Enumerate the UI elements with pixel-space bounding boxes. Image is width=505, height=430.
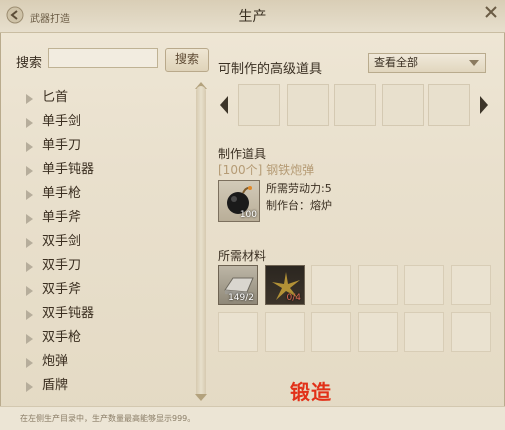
craft-item-slot[interactable]: 100 [218,180,260,222]
advanced-items-title: 可制作的高级道具 [218,62,323,77]
material-count: 0/4 [286,293,301,303]
material-slot[interactable] [358,312,398,352]
category-item[interactable]: 单手剑 [18,110,188,134]
category-item[interactable]: 双手刀 [18,254,188,278]
footer-bar: 在左侧生产目录中，生产数量最高能够显示999。 [0,406,505,430]
category-label: 双手枪 [42,330,82,345]
carousel-right-arrow-icon[interactable] [479,95,489,115]
filter-dropdown[interactable]: 查看全部 [368,53,486,73]
category-item[interactable]: 单手斧 [18,206,188,230]
forge-overlay-text: 锻造 [290,380,332,404]
material-slot[interactable] [311,312,351,352]
expand-triangle-icon [26,118,33,128]
craft-section-title: 制作道具 [218,147,267,161]
filter-dropdown-value: 查看全部 [374,56,418,69]
category-label: 匕首 [42,90,69,105]
category-label: 单手斧 [42,210,82,225]
material-slot[interactable] [404,312,444,352]
expand-triangle-icon [26,286,33,296]
material-slot[interactable] [358,265,398,305]
material-slot[interactable] [451,265,491,305]
scroll-down-icon[interactable] [193,393,209,403]
expand-triangle-icon [26,214,33,224]
material-slot[interactable] [218,312,258,352]
category-label: 单手刀 [42,138,82,153]
category-label: 双手刀 [42,258,82,273]
expand-triangle-icon [26,334,33,344]
category-item[interactable]: 单手枪 [18,182,188,206]
category-list: 匕首单手剑单手刀单手钝器单手枪单手斧双手剑双手刀双手斧双手钝器双手枪炮弹盾牌苹举… [18,86,188,398]
material-slot[interactable] [451,312,491,352]
category-item[interactable]: 匕首 [18,86,188,110]
search-label: 搜索 [16,56,43,71]
expand-triangle-icon [26,190,33,200]
category-label: 双手剑 [42,234,82,249]
category-item[interactable]: 单手刀 [18,134,188,158]
category-item[interactable]: 双手枪 [18,326,188,350]
advanced-item-slot[interactable] [382,84,424,126]
footer-hint: 在左侧生产目录中，生产数量最高能够显示999。 [20,414,196,423]
labor-requirement: 所需劳动力:5 [266,182,332,195]
category-item[interactable]: 双手钝器 [18,302,188,326]
category-label: 单手钝器 [42,162,95,177]
chevron-down-icon [469,60,479,66]
expand-triangle-icon [26,238,33,248]
expand-triangle-icon [26,142,33,152]
material-slot[interactable] [311,265,351,305]
search-button[interactable]: 搜索 [165,48,209,72]
materials-title: 所需材料 [218,249,267,263]
category-item[interactable]: 炮弹 [18,350,188,374]
title-bar: 武器打造 生产 [0,0,505,33]
expand-triangle-icon [26,166,33,176]
material-slot[interactable] [404,265,444,305]
expand-triangle-icon [26,262,33,272]
material-slot[interactable]: 149/2 [218,265,258,305]
expand-triangle-icon [26,94,33,104]
crafting-station: 制作台：熔炉 [266,199,332,212]
carousel-left-arrow-icon[interactable] [219,95,229,115]
category-label: 双手钝器 [42,306,95,321]
material-count: 149/2 [228,293,254,303]
category-item[interactable]: 单手钝器 [18,158,188,182]
category-item[interactable]: 盾牌 [18,374,188,398]
category-label: 盾牌 [42,378,69,393]
production-window: 武器打造 生产 搜索 搜索 匕首单手剑单手刀单手钝器单手枪单手斧双手剑双手刀双手… [0,0,505,430]
category-item[interactable]: 双手斧 [18,278,188,302]
craft-item-quantity: 100 [239,210,257,220]
material-slot[interactable]: 0/4 [265,265,305,305]
material-slot[interactable] [265,312,305,352]
category-label: 单手枪 [42,186,82,201]
window-title: 生产 [238,9,267,25]
category-scrollbar[interactable] [196,86,206,399]
craft-item-name: [100个] 钢铁炮弹 [218,163,315,177]
category-item[interactable]: 双手剑 [18,230,188,254]
expand-triangle-icon [26,310,33,320]
category-label: 双手斧 [42,282,82,297]
category-label: 炮弹 [42,354,69,369]
close-icon[interactable] [483,4,499,20]
expand-triangle-icon [26,358,33,368]
advanced-item-slot[interactable] [287,84,329,126]
advanced-item-slot[interactable] [428,84,470,126]
category-label: 单手剑 [42,114,82,129]
advanced-item-slot[interactable] [334,84,376,126]
search-input[interactable] [48,48,158,68]
advanced-item-slot[interactable] [238,84,280,126]
expand-triangle-icon [26,382,33,392]
